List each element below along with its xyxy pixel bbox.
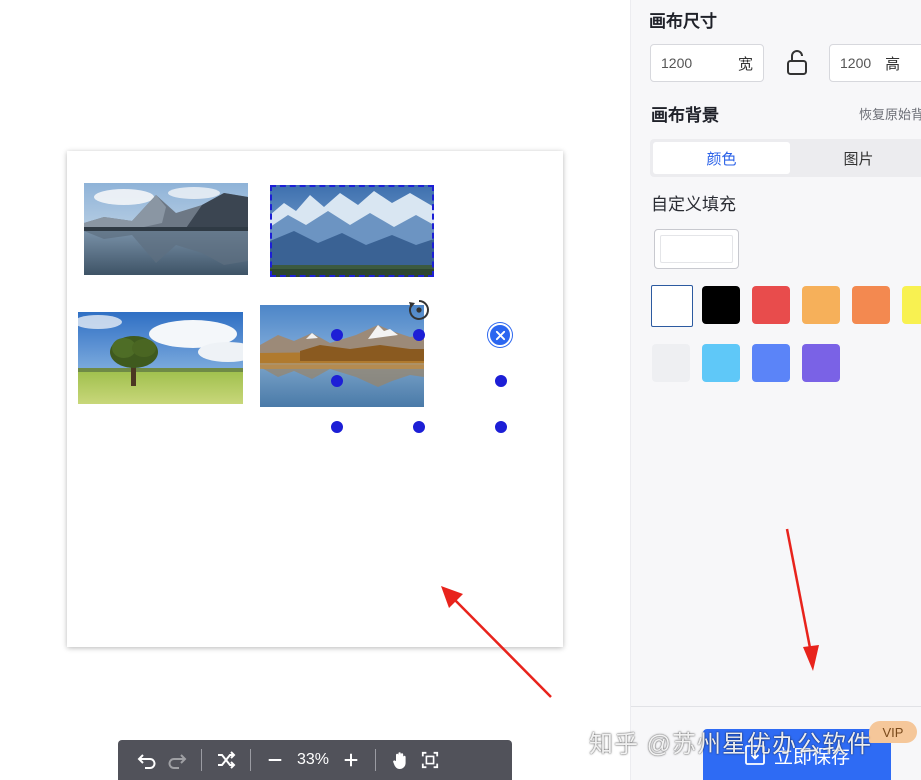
color-swatch[interactable] bbox=[651, 285, 693, 327]
canvas-toolbar: 33% bbox=[118, 740, 512, 780]
toolbar-divider bbox=[250, 749, 251, 771]
unlock-icon[interactable] bbox=[785, 50, 809, 76]
vip-badge: VIP bbox=[869, 721, 917, 743]
hand-icon[interactable] bbox=[385, 745, 415, 775]
custom-fill-preview bbox=[660, 235, 733, 263]
canvas-workspace[interactable] bbox=[0, 0, 630, 780]
canvas-height-input[interactable]: 1200 高 bbox=[829, 44, 921, 82]
toolbar-divider bbox=[201, 749, 202, 771]
tab-image[interactable]: 图片 bbox=[790, 142, 921, 174]
resize-handle-bottom[interactable] bbox=[413, 421, 425, 433]
photo-mountain-lake[interactable] bbox=[84, 183, 248, 275]
zoom-level: 33% bbox=[296, 751, 330, 768]
background-tabs: 颜色 图片 bbox=[650, 139, 921, 177]
photo-tree-meadow[interactable] bbox=[78, 312, 243, 404]
canvas-height-value: 1200 bbox=[840, 55, 872, 71]
color-swatch[interactable] bbox=[652, 344, 690, 382]
toolbar-divider bbox=[375, 749, 376, 771]
canvas-width-unit: 宽 bbox=[737, 55, 753, 73]
rotate-icon[interactable] bbox=[407, 298, 431, 322]
color-swatch[interactable] bbox=[752, 286, 790, 324]
watermark: 知乎 @苏州星优办公软件 bbox=[589, 731, 873, 758]
photo-teton-lake[interactable] bbox=[260, 305, 424, 407]
properties-panel: 画布尺寸 1200 宽 1200 高 画布背景 恢复原始背景 颜色 图片 自定义… bbox=[630, 0, 921, 780]
color-swatch[interactable] bbox=[852, 286, 890, 324]
resize-handle-left[interactable] bbox=[331, 375, 343, 387]
canvas-width-value: 1200 bbox=[661, 55, 693, 71]
fit-screen-icon[interactable] bbox=[415, 745, 445, 775]
selection-box[interactable] bbox=[270, 185, 434, 277]
canvas-height-unit: 高 bbox=[885, 55, 901, 73]
resize-handle-top-left[interactable] bbox=[331, 329, 343, 341]
close-icon[interactable] bbox=[488, 323, 512, 347]
custom-fill-label: 自定义填充 bbox=[651, 195, 736, 214]
canvas-width-input[interactable]: 1200 宽 bbox=[650, 44, 764, 82]
tab-color[interactable]: 颜色 bbox=[653, 142, 790, 174]
resize-handle-bottom-right[interactable] bbox=[495, 421, 507, 433]
color-swatch[interactable] bbox=[702, 286, 740, 324]
annotation-arrow-icon bbox=[785, 528, 819, 671]
custom-fill-picker[interactable] bbox=[654, 229, 739, 269]
color-swatch[interactable] bbox=[802, 286, 840, 324]
zoom-out-icon[interactable] bbox=[260, 745, 290, 775]
shuffle-icon[interactable] bbox=[211, 745, 241, 775]
restore-background-link[interactable]: 恢复原始背景 bbox=[859, 104, 921, 123]
color-swatch[interactable] bbox=[702, 344, 740, 382]
undo-icon[interactable] bbox=[132, 745, 162, 775]
color-swatch[interactable] bbox=[752, 344, 790, 382]
resize-handle-top[interactable] bbox=[413, 329, 425, 341]
canvas-size-title: 画布尺寸 bbox=[649, 12, 717, 31]
color-swatch[interactable] bbox=[802, 344, 840, 382]
resize-handle-bottom-left[interactable] bbox=[331, 421, 343, 433]
redo-icon[interactable] bbox=[162, 745, 192, 775]
canvas-background-title: 画布背景 bbox=[651, 106, 719, 125]
zoom-in-icon[interactable] bbox=[336, 745, 366, 775]
resize-handle-right[interactable] bbox=[495, 375, 507, 387]
color-swatch[interactable] bbox=[902, 286, 921, 324]
